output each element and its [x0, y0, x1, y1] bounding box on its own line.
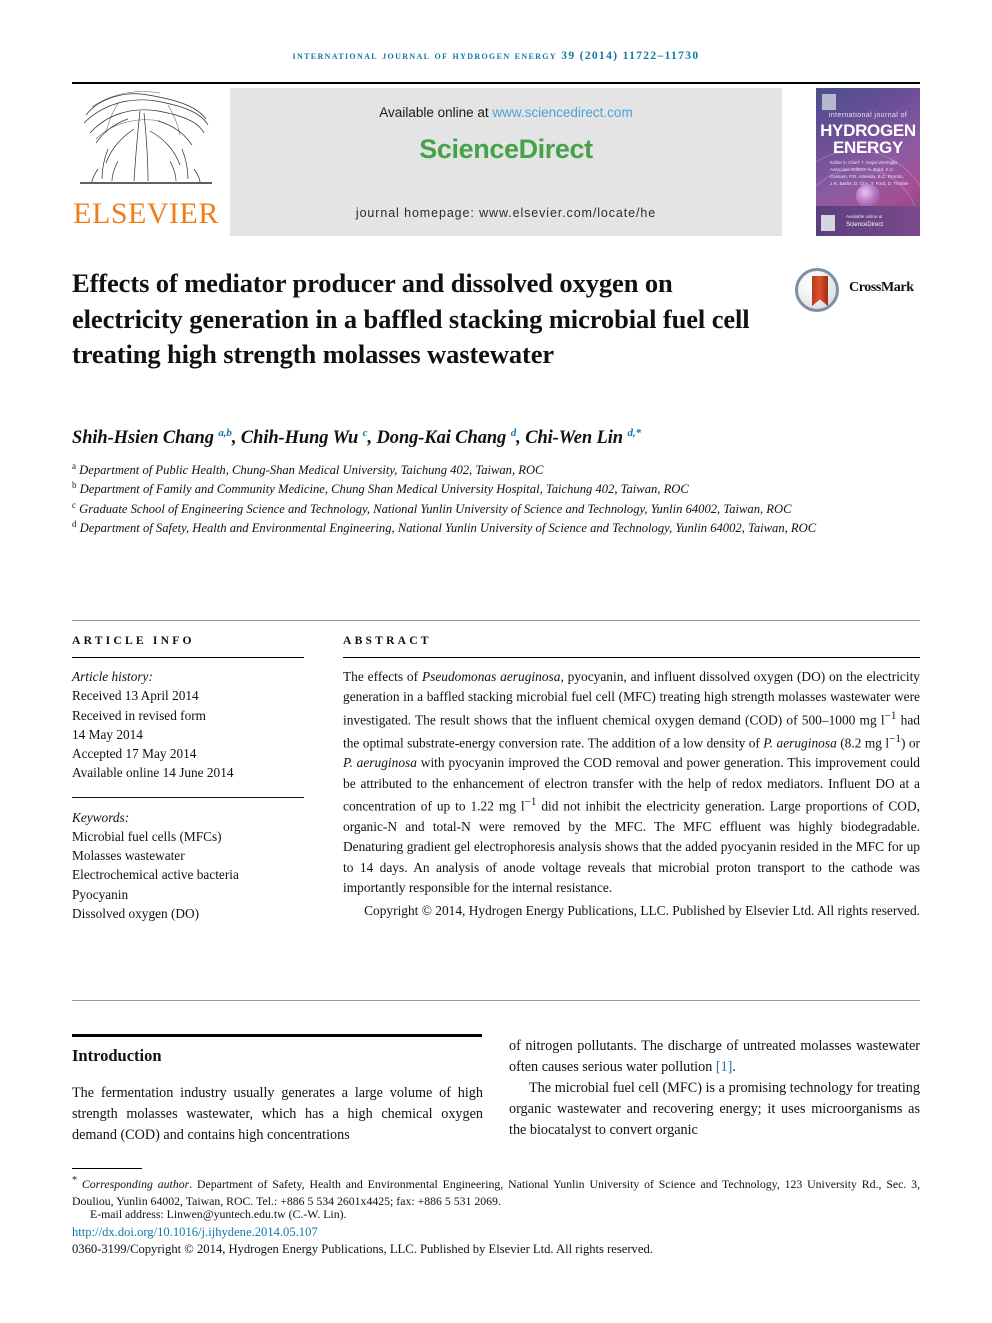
article-title: Effects of mediator producer and dissolv…	[72, 268, 750, 369]
keywords-block: Keywords: Microbial fuel cells (MFCs) Mol…	[72, 808, 304, 924]
author-name: Chi-Wen Lin	[525, 428, 628, 449]
cover-sciencedirect-small: Available online at	[846, 214, 883, 220]
crossmark-label: CrossMark	[849, 280, 914, 295]
elsevier-tree-icon	[80, 91, 212, 184]
abstract-column: ABSTRACT The effects of Pseudomonas aeru…	[343, 634, 920, 921]
author-name: Shih-Hsien Chang	[72, 428, 219, 449]
abstract-heading: ABSTRACT	[343, 634, 432, 647]
journal-masthead: ELSEVIER Available online at www.science…	[72, 82, 920, 237]
cover-society-badge	[821, 215, 835, 231]
available-online-prefix: Available online at	[379, 105, 493, 120]
author-affiliation-mark: d,*	[627, 427, 642, 439]
author-separator: ,	[367, 428, 377, 449]
intro-p1-post: .	[732, 1058, 736, 1075]
article-info-rule	[72, 657, 304, 658]
journal-cover-thumbnail: international journal of HYDROGEN ENERGY…	[816, 88, 920, 236]
author-name: Chih-Hung Wu	[240, 428, 363, 449]
abstract-rule	[343, 657, 920, 658]
affiliation-text: Graduate School of Engineering Science a…	[76, 502, 792, 517]
author-name: Dong-Kai Chang	[376, 428, 511, 449]
cover-sciencedirect-mark: Available online at ScienceDirect	[846, 214, 883, 230]
elsevier-wordmark: ELSEVIER	[73, 197, 219, 230]
citation-ref-1[interactable]: [1]	[716, 1059, 733, 1075]
article-page: International Journal of Hydrogen Energy…	[0, 0, 992, 1323]
author-separator: ,	[231, 428, 241, 449]
corresponding-author-text: . Department of Safety, Health and Envir…	[72, 1176, 921, 1209]
affiliation-text: Department of Safety, Health and Environ…	[76, 521, 817, 536]
article-history-items: Received 13 April 2014 Received in revise…	[72, 686, 304, 782]
keyword-item: Microbial fuel cells (MFCs)	[72, 828, 222, 844]
keyword-items: Microbial fuel cells (MFCs) Molasses wast…	[72, 827, 304, 923]
article-history-item: Received 13 April 2014	[72, 688, 199, 704]
crossmark-badge[interactable]: CrossMark	[795, 268, 935, 314]
affiliation-text: Department of Family and Community Medic…	[76, 482, 689, 497]
footnote-rule	[72, 1168, 142, 1169]
author-separator: ,	[516, 428, 526, 449]
keyword-item: Molasses wastewater	[72, 848, 185, 864]
introduction-heading: Introduction	[72, 1046, 162, 1065]
cover-kicker: international journal of	[828, 112, 908, 119]
affiliation-text: Department of Public Health, Chung-Shan …	[76, 463, 544, 478]
doi-link[interactable]: http://dx.doi.org/10.1016/j.ijhydene.201…	[72, 1225, 318, 1240]
running-head: International Journal of Hydrogen Energy…	[292, 50, 700, 62]
keyword-item: Dissolved oxygen (DO)	[72, 905, 200, 921]
cover-publisher-mark	[822, 94, 836, 110]
crossmark-icon	[795, 268, 839, 312]
asterisk-icon: *	[72, 1175, 77, 1186]
divider-above-info	[72, 620, 920, 621]
abstract-copyright: Copyright © 2014, Hydrogen Energy Public…	[364, 902, 920, 918]
affiliation-item: c Graduate School of Engineering Science…	[72, 499, 877, 518]
divider-below-abstract	[72, 1000, 920, 1001]
email-label: E-mail address:	[90, 1207, 167, 1221]
article-history-item: Received in revised form	[72, 707, 207, 723]
elsevier-logo: ELSEVIER	[72, 87, 220, 237]
journal-homepage-line[interactable]: journal homepage: www.elsevier.com/locat…	[230, 206, 782, 220]
issn-copyright-line: 0360-3199/Copyright © 2014, Hydrogen Ene…	[72, 1242, 653, 1256]
article-history-label: Article history:	[72, 669, 153, 684]
keywords-label: Keywords:	[72, 809, 130, 825]
cover-sciencedirect-brand: ScienceDirect	[846, 222, 884, 228]
keyword-item: Electrochemical active bacteria	[72, 867, 239, 883]
introduction-right-column: of nitrogen pollutants. The discharge of…	[509, 1036, 920, 1140]
affiliation-item: a Department of Public Health, Chung-Sha…	[72, 460, 877, 479]
corresponding-author-label: Corresponding author	[81, 1176, 190, 1191]
affiliation-item: d Department of Safety, Health and Envir…	[72, 518, 877, 537]
article-info-column: ARTICLE INFO Article history: Received 1…	[72, 634, 304, 923]
cover-title-line2: ENERGY	[833, 138, 903, 157]
abstract-text: The effects of Pseudomonas aeruginosa, p…	[343, 669, 921, 896]
email-link[interactable]: Linwen@yuntech.edu.tw	[167, 1207, 286, 1221]
keywords-rule	[72, 796, 304, 798]
article-history-block: Article history: Received 13 April 2014 R…	[72, 667, 304, 783]
sciencedirect-banner: Available online at www.sciencedirect.co…	[230, 88, 782, 236]
sciencedirect-url-link[interactable]: www.sciencedirect.com	[492, 105, 632, 120]
affiliation-list: a Department of Public Health, Chung-Sha…	[72, 460, 877, 538]
corresponding-author-note: * Corresponding author. Department of Sa…	[72, 1174, 920, 1210]
article-history-item: Accepted 17 May 2014	[72, 746, 197, 762]
sciencedirect-wordmark: ScienceDirect	[419, 134, 593, 164]
introduction-paragraph-1: of nitrogen pollutants. The discharge of…	[509, 1036, 920, 1078]
article-history-item: 14 May 2014	[72, 726, 143, 742]
email-suffix: (C.-W. Lin).	[285, 1207, 347, 1221]
article-history-item: Available online 14 June 2014	[72, 765, 234, 781]
introduction-paragraph-2: The microbial fuel cell (MFC) is a promi…	[509, 1079, 920, 1138]
author-list: Shih-Hsien Chang a,b, Chih-Hung Wu c, Do…	[72, 427, 932, 449]
article-info-heading: ARTICLE INFO	[72, 634, 195, 647]
keyword-item: Pyocyanin	[72, 886, 129, 902]
cover-orb-graphic	[856, 184, 880, 208]
available-online-line: Available online at www.sciencedirect.co…	[230, 88, 782, 120]
cover-title-line1: HYDROGEN	[820, 121, 916, 140]
email-note: E-mail address: Linwen@yuntech.edu.tw (C…	[72, 1207, 920, 1222]
introduction-left-column: The fermentation industry usually genera…	[72, 1085, 483, 1143]
author-affiliation-mark: a,b	[218, 427, 232, 439]
introduction-rule	[72, 1034, 482, 1037]
affiliation-item: b Department of Family and Community Med…	[72, 479, 877, 498]
intro-p1-pre: of nitrogen pollutants. The discharge of…	[509, 1038, 920, 1075]
